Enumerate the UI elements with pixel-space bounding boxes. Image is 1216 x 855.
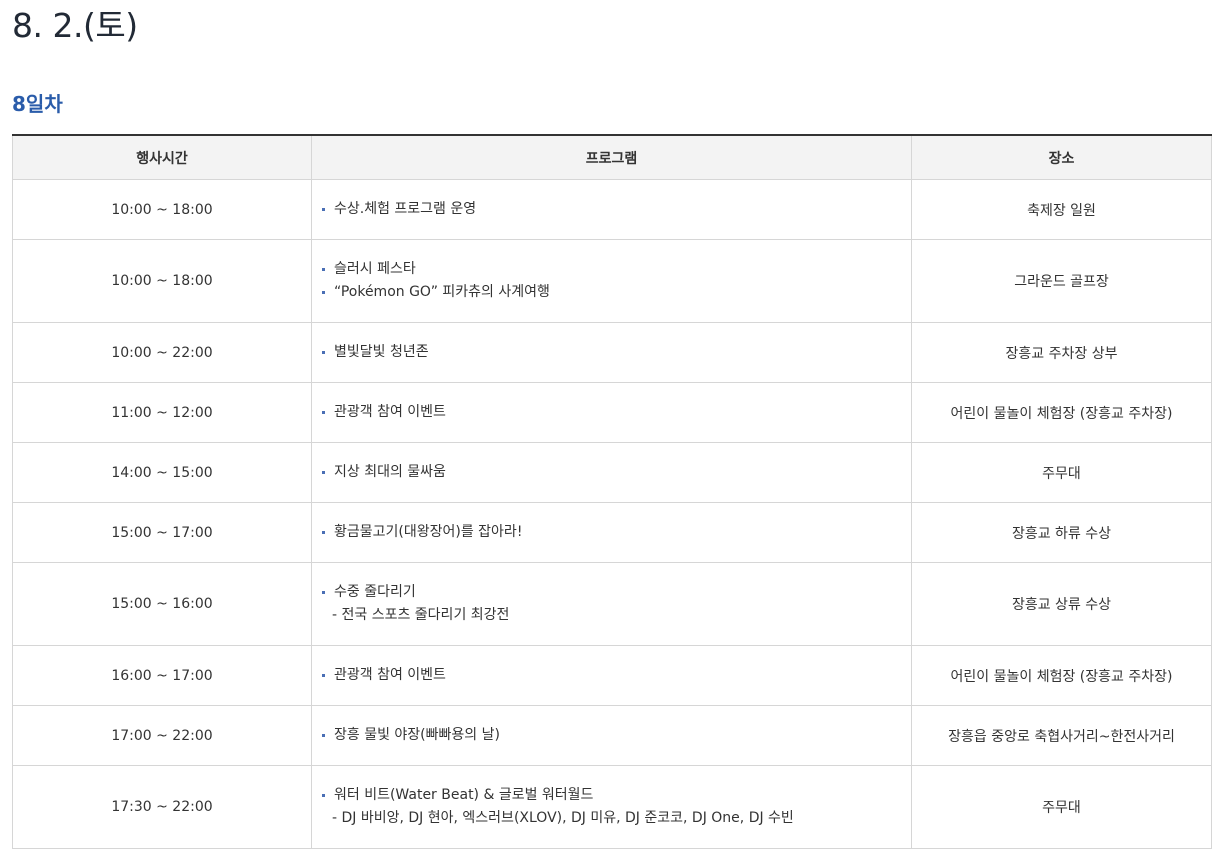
place-cell: 어린이 물놀이 체험장 (장흥교 주차장) xyxy=(911,382,1212,443)
bullet-icon xyxy=(322,674,325,677)
table-row: 14:00 ~ 15:00 지상 최대의 물싸움 주무대 xyxy=(12,442,1212,503)
time-cell: 15:00 ~ 17:00 xyxy=(12,502,312,563)
place-cell: 그라운드 골프장 xyxy=(911,239,1212,323)
time-cell: 10:00 ~ 18:00 xyxy=(12,239,312,323)
time-cell: 11:00 ~ 12:00 xyxy=(12,382,312,443)
program-item: 장흥 물빛 야장(빠빠용의 날) xyxy=(320,724,911,747)
page-title: 8. 2.(토) xyxy=(12,6,138,45)
bullet-icon xyxy=(322,531,325,534)
program-cell: 관광객 참여 이벤트 xyxy=(311,645,912,706)
bullet-icon xyxy=(322,734,325,737)
header-time: 행사시간 xyxy=(12,134,312,180)
time-cell: 16:00 ~ 17:00 xyxy=(12,645,312,706)
table-row: 15:00 ~ 16:00 수중 줄다리기 - 전국 스포츠 줄다리기 최강전 … xyxy=(12,562,1212,646)
program-cell: 지상 최대의 물싸움 xyxy=(311,442,912,503)
place-cell: 어린이 물놀이 체험장 (장흥교 주차장) xyxy=(911,645,1212,706)
program-sub-item: - DJ 바비앙, DJ 현아, 엑스러브(XLOV), DJ 미유, DJ 준… xyxy=(332,810,794,826)
place-cell: 장흥읍 중앙로 축협사거리~한전사거리 xyxy=(911,705,1212,766)
program-item-text: 지상 최대의 물싸움 xyxy=(334,464,446,480)
time-cell: 10:00 ~ 22:00 xyxy=(12,322,312,383)
table-row: 10:00 ~ 18:00 슬러시 페스타 “Pokémon GO” 피카츄의 … xyxy=(12,239,1212,323)
bullet-icon xyxy=(322,208,325,211)
header-place: 장소 xyxy=(911,134,1212,180)
header-program: 프로그램 xyxy=(311,134,912,180)
day-label: 8일차 xyxy=(12,92,63,116)
bullet-icon xyxy=(322,794,325,797)
program-cell: 황금물고기(대왕장어)를 잡아라! xyxy=(311,502,912,563)
program-cell: 관광객 참여 이벤트 xyxy=(311,382,912,443)
program-item-text: 관광객 참여 이벤트 xyxy=(334,667,446,683)
table-row: 10:00 ~ 22:00 별빛달빛 청년존 장흥교 주차장 상부 xyxy=(12,322,1212,383)
time-cell: 10:00 ~ 18:00 xyxy=(12,179,312,240)
program-item: 황금물고기(대왕장어)를 잡아라! xyxy=(320,521,911,544)
program-item: 수중 줄다리기 xyxy=(320,581,911,604)
program-item-text: 워터 비트(Water Beat) & 글로벌 워터월드 xyxy=(334,787,594,803)
program-item-text: 별빛달빛 청년존 xyxy=(334,344,429,360)
place-cell: 주무대 xyxy=(911,765,1212,849)
program-item-text: 장흥 물빛 야장(빠빠용의 날) xyxy=(334,727,500,743)
schedule-table: 행사시간 프로그램 장소 10:00 ~ 18:00 수상.체험 프로그램 운영… xyxy=(12,134,1212,849)
time-cell: 15:00 ~ 16:00 xyxy=(12,562,312,646)
program-item-text: 관광객 참여 이벤트 xyxy=(334,404,446,420)
program-item: 워터 비트(Water Beat) & 글로벌 워터월드 xyxy=(320,784,911,807)
table-row: 15:00 ~ 17:00 황금물고기(대왕장어)를 잡아라! 장흥교 하류 수… xyxy=(12,502,1212,563)
program-cell: 수중 줄다리기 - 전국 스포츠 줄다리기 최강전 xyxy=(311,562,912,646)
table-row: 17:30 ~ 22:00 워터 비트(Water Beat) & 글로벌 워터… xyxy=(12,765,1212,849)
bullet-icon xyxy=(322,411,325,414)
place-cell: 장흥교 상류 수상 xyxy=(911,562,1212,646)
bullet-icon xyxy=(322,351,325,354)
place-cell: 주무대 xyxy=(911,442,1212,503)
table-row: 17:00 ~ 22:00 장흥 물빛 야장(빠빠용의 날) 장흥읍 중앙로 축… xyxy=(12,705,1212,766)
place-cell: 장흥교 하류 수상 xyxy=(911,502,1212,563)
program-item-text: 슬러시 페스타 xyxy=(334,261,416,277)
program-item: 관광객 참여 이벤트 xyxy=(320,401,911,424)
bullet-icon xyxy=(322,591,325,594)
program-item-text: 수상.체험 프로그램 운영 xyxy=(334,201,477,217)
program-cell: 장흥 물빛 야장(빠빠용의 날) xyxy=(311,705,912,766)
bullet-icon xyxy=(322,471,325,474)
program-item: 수상.체험 프로그램 운영 xyxy=(320,198,911,221)
program-item: 별빛달빛 청년존 xyxy=(320,341,911,364)
program-item: 슬러시 페스타 xyxy=(320,258,911,281)
place-cell: 장흥교 주차장 상부 xyxy=(911,322,1212,383)
time-cell: 14:00 ~ 15:00 xyxy=(12,442,312,503)
program-item: 관광객 참여 이벤트 xyxy=(320,664,911,687)
program-item-text: “Pokémon GO” 피카츄의 사계여행 xyxy=(334,284,550,300)
table-row: 10:00 ~ 18:00 수상.체험 프로그램 운영 축제장 일원 xyxy=(12,179,1212,240)
program-item: “Pokémon GO” 피카츄의 사계여행 xyxy=(320,281,911,304)
program-item-text: 황금물고기(대왕장어)를 잡아라! xyxy=(334,524,523,540)
bullet-icon xyxy=(322,291,325,294)
program-cell: 슬러시 페스타 “Pokémon GO” 피카츄의 사계여행 xyxy=(311,239,912,323)
place-cell: 축제장 일원 xyxy=(911,179,1212,240)
header-row: 행사시간 프로그램 장소 xyxy=(12,134,1212,180)
time-cell: 17:30 ~ 22:00 xyxy=(12,765,312,849)
program-cell: 별빛달빛 청년존 xyxy=(311,322,912,383)
program-item: 지상 최대의 물싸움 xyxy=(320,461,911,484)
program-cell: 수상.체험 프로그램 운영 xyxy=(311,179,912,240)
time-cell: 17:00 ~ 22:00 xyxy=(12,705,312,766)
table-row: 11:00 ~ 12:00 관광객 참여 이벤트 어린이 물놀이 체험장 (장흥… xyxy=(12,382,1212,443)
bullet-icon xyxy=(322,268,325,271)
program-cell: 워터 비트(Water Beat) & 글로벌 워터월드 - DJ 바비앙, D… xyxy=(311,765,912,849)
table-row: 16:00 ~ 17:00 관광객 참여 이벤트 어린이 물놀이 체험장 (장흥… xyxy=(12,645,1212,706)
program-sub-item: - 전국 스포츠 줄다리기 최강전 xyxy=(332,607,510,623)
program-item-text: 수중 줄다리기 xyxy=(334,584,416,600)
